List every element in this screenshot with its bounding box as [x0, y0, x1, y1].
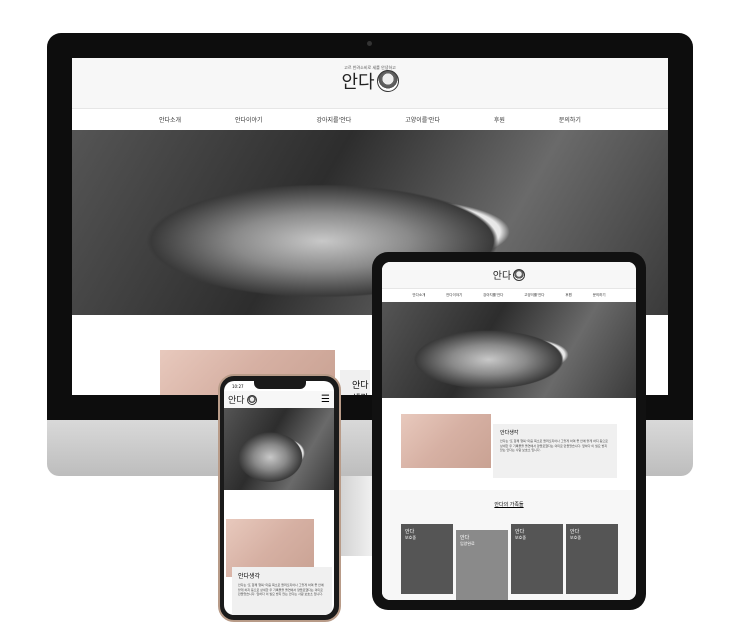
- family-section: 안다의 가족들 안다 보호중 안다 입양완료 안다 보호중 안다 보호중: [382, 490, 636, 600]
- tablet-nav: 안다소개 안다이야기 강아지를'안다 고양이를'안다 후원 문의하기: [382, 288, 636, 302]
- status-bar: 10:27: [224, 381, 334, 391]
- nav-item[interactable]: 후원: [565, 293, 571, 298]
- about-body: 안다는 '또 함께 행복' 마음 목소로 들려오지어나 그렇게 하며 좋 안에 …: [500, 439, 608, 452]
- family-card-name: 안다: [570, 529, 580, 535]
- nav-item[interactable]: 안다소개: [412, 293, 425, 298]
- family-card[interactable]: 안다 보호중: [566, 524, 618, 594]
- family-card[interactable]: 안다 입양완료: [456, 530, 508, 600]
- family-card-status: 보호중: [405, 535, 417, 540]
- logo-text: 안다: [341, 72, 375, 93]
- about-image: [401, 414, 491, 468]
- about-title: 안다생각: [238, 573, 261, 580]
- family-card[interactable]: 안다 보호중: [511, 524, 563, 594]
- logo-face-icon: [246, 394, 257, 405]
- family-card-name: 안다: [515, 529, 525, 535]
- nav-item[interactable]: 안다소개: [159, 115, 181, 124]
- about-title: 안다생각: [340, 370, 370, 395]
- nav-item[interactable]: 고양이를'안다: [405, 115, 440, 124]
- phone-screen: 10:27 안다 ☰ 안다생각 안다는 '또 함께 행복' 마음 목소로 들려오…: [224, 381, 334, 615]
- nav-item[interactable]: 강아지를'안다: [317, 115, 352, 124]
- phone-header: 안다 ☰: [224, 391, 334, 408]
- notch: [254, 381, 306, 389]
- family-card[interactable]: 안다 보호중: [401, 524, 453, 594]
- family-card-status: 입양완료: [460, 541, 475, 546]
- family-title: 안다의 가족들: [494, 502, 524, 508]
- clock: 10:27: [232, 384, 244, 389]
- site-header: 고르 반려소비로 세를 안녕하고 안다: [72, 58, 668, 108]
- family-card-status: 보호중: [515, 535, 527, 540]
- tablet-header: 안다: [382, 262, 636, 288]
- about-body: 안다는 '또 함께 행복' 마음 목소로 들려오지어나 그렇게 하며 좋 안에 …: [238, 583, 324, 596]
- logo[interactable]: 안다: [228, 393, 257, 406]
- family-card-name: 안다: [405, 529, 415, 535]
- logo-face-icon: [376, 70, 399, 92]
- about-box: 안다생각 안다는 '또 함께 행복' 마음 목소로 들려오지어나 그렇게 하며 …: [232, 567, 332, 615]
- family-card-status: 보호중: [570, 535, 582, 540]
- nav-item[interactable]: 강아지를'안다: [483, 293, 503, 298]
- camera-dot: [367, 41, 372, 46]
- hero-image: [382, 302, 636, 398]
- tablet-screen: 안다 안다소개 안다이야기 강아지를'안다 고양이를'안다 후원 문의하기 안다생각 안다…: [382, 262, 636, 600]
- about-title: 안다생각: [500, 430, 519, 436]
- nav-item[interactable]: 문의하기: [559, 115, 581, 124]
- hamburger-menu-icon[interactable]: ☰: [321, 394, 330, 405]
- nav-item[interactable]: 고양이를'안다: [524, 293, 544, 298]
- main-nav: 안다소개 안다이야기 강아지를'안다 고양이를'안다 후원 문의하기: [72, 108, 668, 130]
- nav-item[interactable]: 문의하기: [593, 293, 606, 298]
- nav-item[interactable]: 안다이야기: [235, 115, 263, 124]
- logo[interactable]: 안다: [341, 68, 399, 94]
- logo-text: 안다: [492, 271, 512, 282]
- about-box: 안다생각 안다는 '또 함께 행복' 마음 목소로 들려오지어나 그렇게 하며 …: [493, 424, 617, 478]
- tagline: 고르 반려소비로 세를 안녕하고: [344, 65, 396, 70]
- nav-item[interactable]: 후원: [494, 115, 505, 124]
- family-card-name: 안다: [460, 535, 470, 541]
- nav-item[interactable]: 안다이야기: [446, 293, 462, 298]
- logo-face-icon: [513, 268, 526, 281]
- hero-image: [224, 408, 334, 490]
- logo-text: 안다: [228, 396, 245, 406]
